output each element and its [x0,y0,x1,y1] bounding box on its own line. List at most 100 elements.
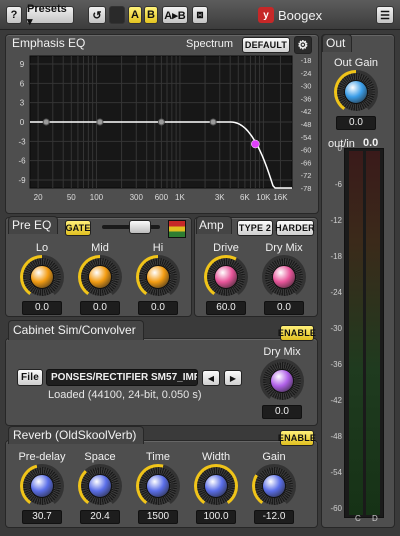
presets-button[interactable]: Presets ▾ [26,3,74,28]
previous-ir-icon[interactable]: ◀ [202,370,220,386]
reverb-width-value[interactable]: 100.0 [196,510,236,524]
reverb-width-knob-group: Width 100.0 [190,450,242,524]
ab-a-button[interactable]: A [128,6,142,24]
pre-eq-lo-knob-group: Lo 0.0 [16,241,68,315]
eq-spectrum-tick: -36 [301,94,312,103]
eq-display[interactable]: 9 6 3 0 -3 -6 -9 -18 -24 -30 -36 -42 -48 -54 -60 -66 -7… [10,54,316,212]
amp-dry-mix-knob[interactable] [262,255,306,299]
knob-cap [88,265,112,289]
knob-cap [30,265,54,289]
cabinet-dry-mix-value[interactable]: 0.0 [262,405,302,419]
eq-band-node[interactable] [96,118,104,126]
reverb-width-knob[interactable] [194,464,238,508]
reverb-time-label: Time [145,451,171,463]
reverb-space-label: Space [84,451,116,463]
record-icon[interactable] [109,6,125,24]
eq-gain-tick: 6 [20,79,25,88]
eq-gain-tick: 3 [20,99,25,108]
undo-icon[interactable]: ↺ [88,6,106,24]
cabinet-dry-mix-knob[interactable] [260,359,304,403]
pre-eq-mid-knob-group: Mid 0.0 [74,241,126,315]
pre-eq-mid-value[interactable]: 0.0 [80,301,120,315]
cabinet-dry-mix-label: Dry Mix [263,346,301,358]
eq-freq-tick: 10K [256,193,271,202]
eq-freq-tick: 16K [273,193,288,202]
eq-band-node[interactable] [42,118,50,126]
amp-harder-button[interactable]: HARDER [275,220,315,236]
eq-gain-tick: -3 [18,137,26,146]
out-out-gain-value[interactable]: 0.0 [336,116,376,130]
reverb-space-knob-group: Space 20.4 [74,450,126,524]
pre-eq-hi-knob[interactable] [136,255,180,299]
ab-b-button[interactable]: B [144,6,158,24]
amp-dry-mix-value[interactable]: 0.0 [264,301,304,315]
gate-threshold-slider[interactable] [102,220,160,234]
toolbar: ? Presets ▾ ↺ A B A▸B ⧈ y Boogex ☰ [0,0,400,30]
eq-freq-tick: 300 [130,193,144,202]
gear-icon[interactable]: ⚙ [294,36,312,54]
pre-eq-mid-knob[interactable] [78,255,122,299]
eq-spectrum-tick: -42 [301,107,312,116]
file-button[interactable]: File [17,369,43,386]
ir-load-status: Loaded (44100, 24-bit, 0.050 s) [48,389,202,401]
reverb-enable-button[interactable]: ENABLE [278,430,316,446]
eq-band-node[interactable] [209,118,217,126]
amp-type-button[interactable]: TYPE 2 [237,220,273,236]
pre-eq-hi-value[interactable]: 0.0 [138,301,178,315]
reverb-title: Reverb (OldSkoolVerb) [13,428,137,442]
compare-icon[interactable]: ⧈ [192,6,208,24]
amp-dry-mix-label: Dry Mix [265,242,303,254]
out-out-gain-knob[interactable] [334,70,378,114]
meter-scale-tick: -42 [330,396,342,405]
reverb-space-knob[interactable] [78,464,122,508]
menu-icon[interactable]: ☰ [376,6,394,24]
next-ir-icon[interactable]: ▶ [224,370,242,386]
reverb-gain-label: Gain [262,451,286,463]
cabinet-dry-mix-knob-group: Dry Mix 0.0 [256,345,308,419]
ab-copy-button[interactable]: A▸B [162,6,188,24]
gate-meter-icon [168,220,186,238]
meter-foot-c: C [355,514,361,523]
pre-eq-mid-label: Mid [91,242,109,254]
meter-scale-tick: -18 [330,252,342,261]
spectrum-label: Spectrum [186,38,234,50]
pre-eq-lo-value[interactable]: 0.0 [22,301,62,315]
eq-band-node[interactable] [157,118,165,126]
meter-scale-tick: -54 [330,468,342,477]
cabinet-enable-button[interactable]: ENABLE [278,325,316,341]
help-button[interactable]: ? [6,6,22,24]
amp-drive-label: Drive [213,242,239,254]
pre-eq-title: Pre EQ [12,218,52,232]
reverb-pre-delay-knob[interactable] [20,464,64,508]
reverb-space-value[interactable]: 20.4 [80,510,120,524]
reverb-gain-value[interactable]: -12.0 [254,510,294,524]
eq-spectrum-tick: -30 [301,82,312,91]
meter-foot-d: D [372,514,378,523]
emphasis-eq-title: Emphasis EQ [12,36,86,50]
eq-spectrum-tick: -72 [301,171,312,180]
eq-selected-node[interactable] [251,139,260,149]
gate-slider-thumb[interactable] [129,220,151,234]
amp-drive-value[interactable]: 60.0 [206,301,246,315]
meter-scale-tick: -12 [330,216,342,225]
amp-drive-knob[interactable] [204,255,248,299]
gate-button[interactable]: GATE [65,220,91,236]
spectrum-default-button[interactable]: DEFAULT [242,37,290,53]
amp-title: Amp [199,218,224,232]
eq-spectrum-tick: -48 [301,120,312,129]
reverb-gain-knob[interactable] [252,464,296,508]
eq-gain-tick: 0 [20,118,25,127]
meter-bar-right [366,151,380,515]
knob-cap [146,474,170,498]
amp-dry-mix-knob-group: Dry Mix 0.0 [258,241,310,315]
reverb-pre-delay-value[interactable]: 30.7 [22,510,62,524]
reverb-time-value[interactable]: 1500 [138,510,178,524]
out-title: Out [326,36,346,50]
eq-freq-tick: 600 [155,193,169,202]
out-out-gain-knob-group: Out Gain 0.0 [330,56,382,130]
meter-scale-tick: -48 [330,432,342,441]
reverb-time-knob[interactable] [136,464,180,508]
ir-file-field[interactable]: PONSES/RECTIFIER SM57_IMPACT.WAV [46,369,198,386]
eq-gain-tick: 9 [20,60,25,69]
pre-eq-lo-knob[interactable] [20,255,64,299]
